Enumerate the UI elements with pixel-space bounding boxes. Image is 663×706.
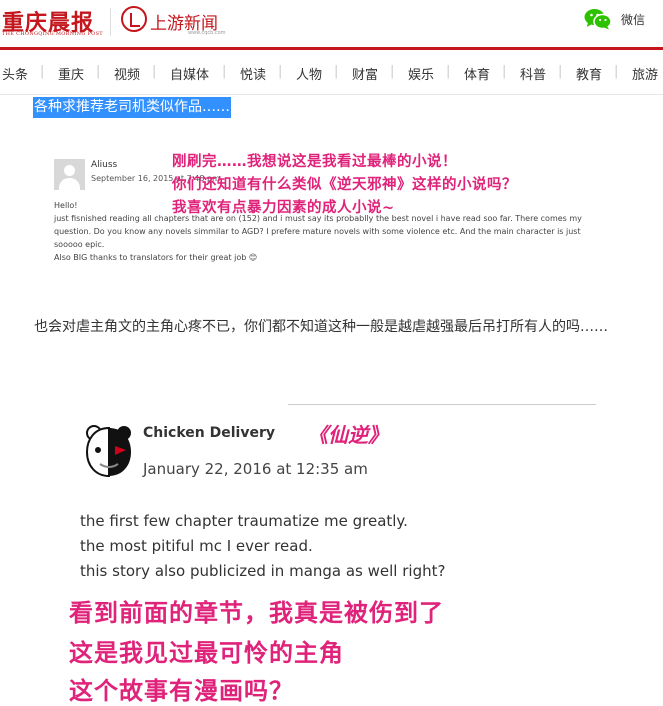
nav-item-entertainment[interactable]: 娱乐 xyxy=(408,64,434,83)
nav-separator: | xyxy=(152,64,157,79)
nav-separator: | xyxy=(222,64,227,79)
translation-annotation: 你们还知道有什么类似《逆天邪神》这样的小说吗？ xyxy=(172,177,517,193)
comment-line: the most pitiful mc I ever read. xyxy=(80,537,313,555)
nav-item-chongqing[interactable]: 重庆 xyxy=(58,64,84,83)
category-nav: 头条 | 重庆 | 视频 | 自媒体 | 悦读 | 人物 | 财富 | 娱乐 |… xyxy=(0,50,663,95)
nav-separator: | xyxy=(390,64,395,79)
nav-separator: | xyxy=(96,64,101,79)
logo-divider xyxy=(110,8,111,36)
selected-text-line[interactable]: 各种求推荐老司机类似作品…… xyxy=(33,97,231,118)
article-paragraph: 也会对虐主角文的主角心疼不已，你们都不知道这种一般是越虐越强最后吊打所有人的吗…… xyxy=(34,319,608,335)
site-header: 重庆晨报 THE CHONGQING MORNING POST 上游新闻 www… xyxy=(0,0,663,47)
avatar xyxy=(54,159,85,190)
comment-date: January 22, 2016 at 12:35 am xyxy=(143,460,368,478)
nav-separator: | xyxy=(614,64,619,79)
nav-separator: | xyxy=(446,64,451,79)
nav-item-we-media[interactable]: 自媒体 xyxy=(170,64,209,83)
logo-url: www.cqcb.com xyxy=(188,30,226,36)
nav-item-finance[interactable]: 财富 xyxy=(352,64,378,83)
shangyou-logo-icon xyxy=(121,6,147,32)
nav-item-science[interactable]: 科普 xyxy=(520,64,546,83)
translation-annotation: 这个故事有漫画吗？ xyxy=(69,677,294,705)
monokuma-avatar-icon xyxy=(85,425,131,478)
comment-line: Also BIG thanks to translators for their… xyxy=(54,253,258,262)
nav-separator: | xyxy=(334,64,339,79)
translation-annotation: 刚刷完……我想说这是我看过最棒的小说！ xyxy=(172,154,457,170)
nav-separator: | xyxy=(502,64,507,79)
nav-separator: | xyxy=(40,64,45,79)
translation-annotation: 这是我见过最可怜的主角 xyxy=(69,639,344,667)
nav-item-video[interactable]: 视频 xyxy=(114,64,140,83)
wechat-icon[interactable] xyxy=(584,8,612,30)
nav-item-travel[interactable]: 旅游 xyxy=(632,64,658,83)
comment-line: the first few chapter traumatize me grea… xyxy=(80,512,408,530)
screenshot-divider xyxy=(288,404,596,405)
nav-item-education[interactable]: 教育 xyxy=(576,64,602,83)
comment-line: sooooo epic. xyxy=(54,240,105,249)
translation-annotation: 我喜欢有点暴力因素的成人小说~ xyxy=(172,200,395,216)
logo-english-subtitle: THE CHONGQING MORNING POST xyxy=(2,31,103,37)
nav-separator: | xyxy=(558,64,563,79)
comment-line: question. Do you know any novels simmila… xyxy=(54,227,581,236)
commenter-name: Aliuss xyxy=(91,160,118,170)
nav-item-people[interactable]: 人物 xyxy=(296,64,322,83)
wechat-label[interactable]: 微信 xyxy=(621,11,645,28)
comment-line: this story also publicized in manga as w… xyxy=(80,562,446,580)
translation-annotation: 看到前面的章节，我真是被伤到了 xyxy=(69,599,444,627)
nav-item-sports[interactable]: 体育 xyxy=(464,64,490,83)
nav-separator: | xyxy=(278,64,283,79)
commenter-name: Chicken Delivery xyxy=(143,425,275,441)
nav-item-reading[interactable]: 悦读 xyxy=(240,64,266,83)
nav-item-headlines[interactable]: 头条 xyxy=(2,64,28,83)
comment-line: Hello! xyxy=(54,201,78,210)
novel-title-annotation: 《仙逆》 xyxy=(308,423,388,447)
